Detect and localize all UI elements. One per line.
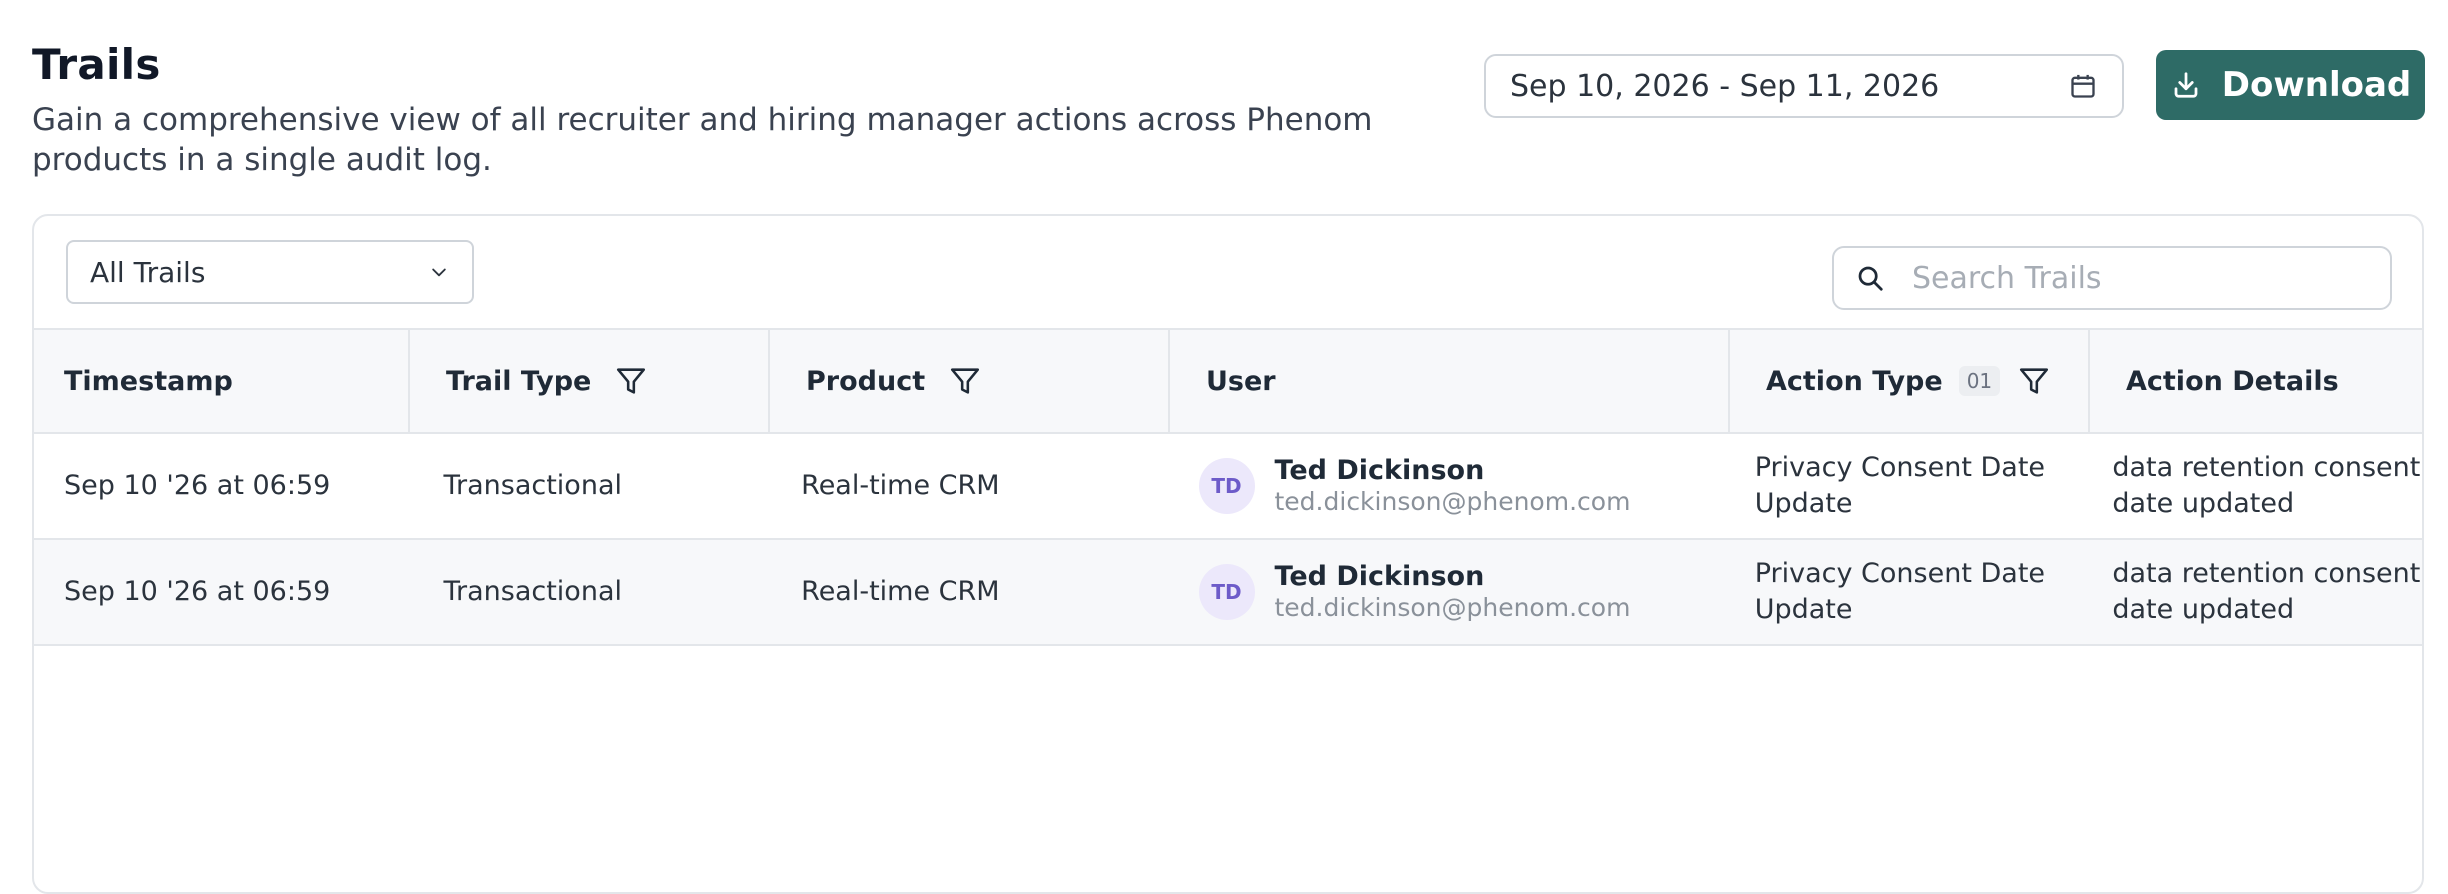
avatar: TD — [1198, 564, 1255, 620]
cell-trail-type: Transactional — [443, 470, 622, 501]
search-icon — [1854, 262, 1886, 294]
cell-user: TD Ted Dickinson ted.dickinson@phenom.co… — [1163, 540, 1719, 644]
user-name: Ted Dickinson — [1274, 561, 1485, 592]
filter-icon[interactable] — [2016, 363, 2052, 399]
download-button[interactable]: Download — [2156, 50, 2425, 120]
column-label: Action Type — [1766, 365, 1943, 397]
column-label: Action Details — [2126, 365, 2339, 397]
column-label: Timestamp — [64, 365, 233, 397]
filter-icon[interactable] — [947, 363, 983, 399]
page-subtitle: Gain a comprehensive view of all recruit… — [32, 102, 1373, 178]
column-label: Trail Type — [446, 365, 592, 397]
column-header-action-details: Action Details — [2090, 330, 2422, 432]
trail-type-select[interactable]: All Trails — [66, 240, 474, 304]
column-label: Product — [806, 365, 926, 397]
column-label: User — [1206, 365, 1276, 397]
avatar: TD — [1198, 458, 1255, 514]
cell-action-details: data retention consent date updated — [2112, 452, 2421, 519]
search-input[interactable] — [1910, 259, 2370, 297]
trails-panel: All Trails Timestamp Trail Type — [32, 214, 2424, 894]
column-header-action-type: Action Type 01 — [1730, 330, 2090, 432]
filter-icon[interactable] — [613, 363, 649, 399]
date-range-value: Sep 10, 2026 - Sep 11, 2026 — [1510, 68, 1940, 104]
cell-product: Real-time CRM — [801, 470, 1000, 501]
cell-timestamp: Sep 10 '26 at 06:59 — [64, 470, 331, 501]
cell-product: Real-time CRM — [801, 576, 1000, 607]
trails-table: Timestamp Trail Type Product User Action… — [34, 328, 2422, 646]
page-title: Trails — [32, 40, 161, 89]
user-info: Ted Dickinson ted.dickinson@phenom.com — [1275, 455, 1631, 517]
user-email: ted.dickinson@phenom.com — [1274, 593, 1631, 622]
search-box[interactable] — [1832, 246, 2392, 310]
download-label: Download — [2221, 65, 2412, 105]
trail-select-value: All Trails — [90, 255, 206, 289]
date-range-picker[interactable]: Sep 10, 2026 - Sep 11, 2026 — [1484, 54, 2124, 118]
column-header-timestamp: Timestamp — [34, 330, 410, 432]
cell-action-details: data retention consent date updated — [2112, 558, 2421, 625]
table-row[interactable]: Sep 10 '26 at 06:59 Transactional Real-t… — [34, 434, 2422, 540]
user-info: Ted Dickinson ted.dickinson@phenom.com — [1275, 561, 1631, 623]
column-header-trail-type: Trail Type — [410, 330, 770, 432]
cell-trail-type: Transactional — [443, 576, 622, 607]
table-header: Timestamp Trail Type Product User Action… — [34, 328, 2422, 434]
user-name: Ted Dickinson — [1274, 455, 1485, 486]
column-header-product: Product — [770, 330, 1170, 432]
column-header-user: User — [1170, 330, 1730, 432]
chevron-down-icon — [428, 261, 450, 283]
cell-user: TD Ted Dickinson ted.dickinson@phenom.co… — [1163, 434, 1719, 538]
table-row[interactable]: Sep 10 '26 at 06:59 Transactional Real-t… — [34, 540, 2422, 646]
filter-count-badge: 01 — [1958, 366, 2001, 396]
cell-timestamp: Sep 10 '26 at 06:59 — [64, 576, 331, 607]
user-email: ted.dickinson@phenom.com — [1274, 487, 1631, 516]
cell-action-type: Privacy Consent Date Update — [1754, 558, 2046, 625]
download-icon — [2170, 69, 2202, 101]
cell-action-type: Privacy Consent Date Update — [1754, 452, 2046, 519]
calendar-icon[interactable] — [2068, 71, 2098, 101]
